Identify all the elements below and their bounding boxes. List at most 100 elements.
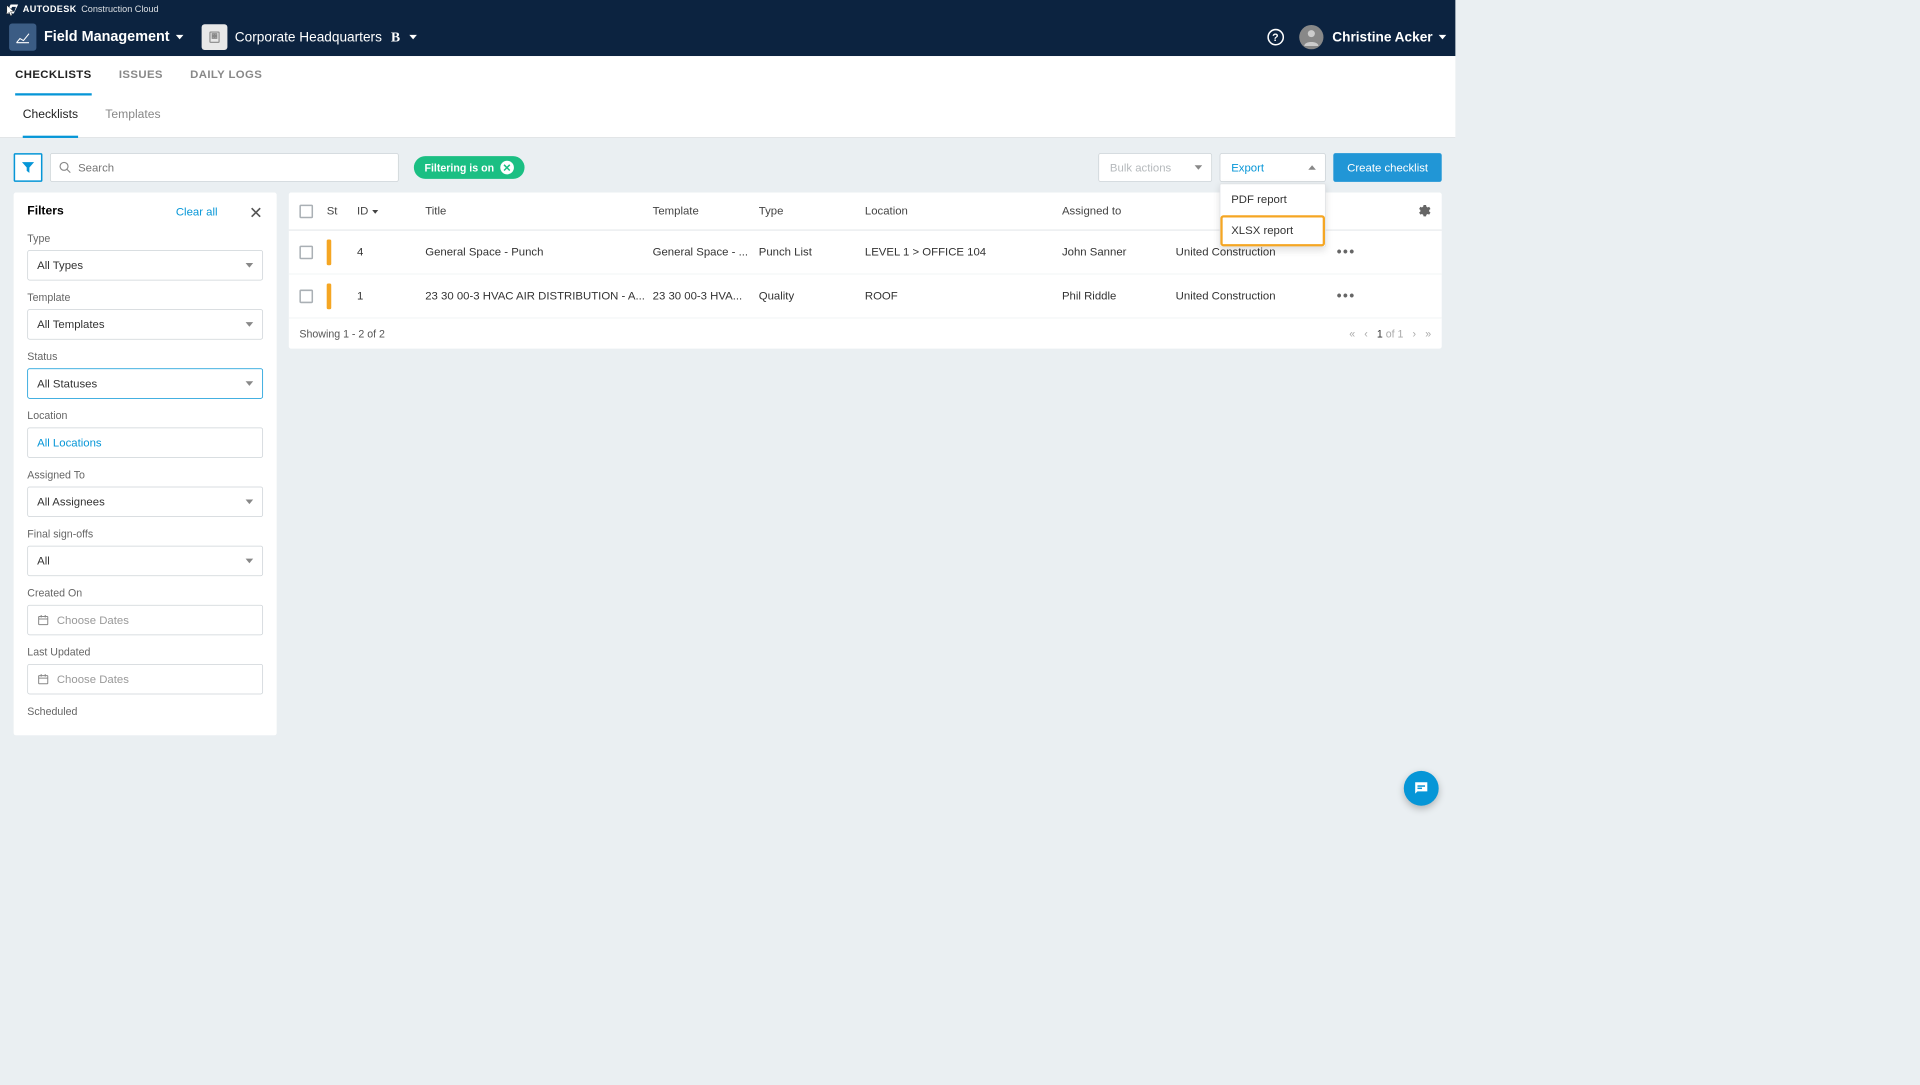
filter-type-select[interactable]: All Types xyxy=(27,250,263,280)
grid-settings-button[interactable] xyxy=(1416,203,1431,222)
filter-location-label: Location xyxy=(27,409,263,421)
row-actions-button[interactable]: ••• xyxy=(1337,288,1356,304)
help-icon[interactable]: ? xyxy=(1267,29,1284,46)
status-indicator xyxy=(327,239,332,265)
calendar-icon xyxy=(37,614,49,626)
toggle-filter-panel-button[interactable] xyxy=(14,153,43,182)
cell-title: 23 30 00-3 HVAC AIR DISTRIBUTION - A... xyxy=(425,290,652,303)
filtering-chip-label: Filtering is on xyxy=(424,161,494,173)
filter-final-signoffs-select[interactable]: All xyxy=(27,546,263,576)
cell-location: ROOF xyxy=(865,290,1062,303)
cell-id: 4 xyxy=(357,246,425,259)
pager-of: of xyxy=(1386,327,1395,339)
table-row[interactable]: 1 23 30 00-3 HVAC AIR DISTRIBUTION - A..… xyxy=(289,274,1442,318)
filter-last-updated-input[interactable]: Choose Dates xyxy=(27,664,263,694)
sub-tab-templates[interactable]: Templates xyxy=(105,95,160,137)
filter-location-value: All Locations xyxy=(37,436,101,449)
bulk-actions-label: Bulk actions xyxy=(1110,161,1171,174)
col-header-type[interactable]: Type xyxy=(759,205,865,218)
project-icon[interactable] xyxy=(201,24,227,50)
filter-created-on-input[interactable]: Choose Dates xyxy=(27,605,263,635)
col-header-id[interactable]: ID xyxy=(357,205,425,218)
avatar[interactable] xyxy=(1299,25,1323,49)
cell-id: 1 xyxy=(357,290,425,303)
main-tab-checklists[interactable]: CHECKLISTS xyxy=(15,56,91,95)
close-filters-button[interactable]: ✕ xyxy=(249,203,263,223)
export-label: Export xyxy=(1231,161,1264,174)
filter-template-label: Template xyxy=(27,291,263,303)
filters-title: Filters xyxy=(27,205,63,219)
clear-all-filters[interactable]: Clear all xyxy=(176,205,218,218)
cursor-icon xyxy=(6,5,17,17)
filter-last-updated-label: Last Updated xyxy=(27,646,263,658)
row-checkbox[interactable] xyxy=(299,245,313,259)
brand-bar: AUTODESK Construction Cloud xyxy=(0,0,1455,18)
brand-vendor: AUTODESK xyxy=(23,4,77,15)
col-header-template[interactable]: Template xyxy=(653,205,759,218)
row-actions-button[interactable]: ••• xyxy=(1337,244,1356,260)
filter-final-signoffs-label: Final sign-offs xyxy=(27,528,263,540)
cell-location: LEVEL 1 > OFFICE 104 xyxy=(865,246,1062,259)
status-indicator xyxy=(327,283,332,309)
filter-icon xyxy=(21,161,35,173)
filter-type-label: Type xyxy=(27,232,263,244)
sub-tab-checklists[interactable]: Checklists xyxy=(23,95,78,137)
filter-status-select[interactable]: All Statuses xyxy=(27,368,263,398)
filter-assigned-to-value: All Assignees xyxy=(37,495,105,508)
export-xlsx-option[interactable]: XLSX report xyxy=(1221,215,1326,246)
app-module-icon[interactable] xyxy=(9,23,36,50)
create-checklist-button[interactable]: Create checklist xyxy=(1334,153,1442,182)
main-tabs: CHECKLISTS ISSUES DAILY LOGS xyxy=(0,56,1455,95)
pager-last[interactable]: » xyxy=(1425,327,1431,339)
export-pdf-option[interactable]: PDF report xyxy=(1221,184,1326,215)
cell-type: Punch List xyxy=(759,246,865,259)
pager-next[interactable]: › xyxy=(1413,327,1417,339)
filter-final-signoffs-value: All xyxy=(37,554,50,567)
caret-down-icon xyxy=(176,35,184,40)
pager: « ‹ 1 of 1 › » xyxy=(1349,327,1431,339)
col-header-status[interactable]: St xyxy=(327,205,357,218)
user-menu[interactable]: Christine Acker xyxy=(1332,29,1446,45)
cell-template: General Space - ... xyxy=(653,246,759,259)
filter-status-label: Status xyxy=(27,350,263,362)
sort-down-icon xyxy=(371,207,379,215)
filter-created-on-label: Created On xyxy=(27,587,263,599)
pager-first[interactable]: « xyxy=(1349,327,1355,339)
col-header-title[interactable]: Title xyxy=(425,205,652,218)
filter-location-select[interactable]: All Locations xyxy=(27,428,263,458)
pager-total: 1 xyxy=(1398,327,1404,339)
filter-created-on-placeholder: Choose Dates xyxy=(57,614,129,627)
app-switcher[interactable]: Field Management xyxy=(44,29,183,46)
calendar-icon xyxy=(37,673,49,685)
cell-title: General Space - Punch xyxy=(425,246,652,259)
top-bar: AUTODESK Construction Cloud Field Manage… xyxy=(0,0,1455,56)
chat-fab[interactable] xyxy=(1404,771,1439,806)
filter-status-value: All Statuses xyxy=(37,377,97,390)
select-all-checkbox[interactable] xyxy=(299,204,313,218)
pager-prev[interactable]: ‹ xyxy=(1364,327,1368,339)
filtering-on-chip: Filtering is on ✕ xyxy=(414,156,525,179)
app-name-label: Field Management xyxy=(44,29,170,46)
search-box[interactable] xyxy=(50,153,399,182)
filter-type-value: All Types xyxy=(37,259,83,272)
main-tab-issues[interactable]: ISSUES xyxy=(119,56,163,95)
cell-company: United Construction xyxy=(1176,246,1305,259)
cell-assigned-to: John Sanner xyxy=(1062,246,1176,259)
caret-down-icon xyxy=(1439,35,1447,40)
col-header-location[interactable]: Location xyxy=(865,205,1062,218)
project-switcher[interactable]: Corporate Headquarters B xyxy=(235,29,417,45)
brand-product: Construction Cloud xyxy=(81,4,158,15)
col-header-assigned-to[interactable]: Assigned to xyxy=(1062,205,1176,218)
app-bar: Field Management Corporate Headquarters … xyxy=(0,18,1455,56)
project-badge: B xyxy=(391,29,400,45)
row-checkbox[interactable] xyxy=(299,289,313,303)
filter-assigned-to-select[interactable]: All Assignees xyxy=(27,487,263,517)
export-dropdown[interactable]: Export xyxy=(1220,153,1326,182)
filters-panel: Filters Clear all ✕ Type All Types Templ… xyxy=(14,193,277,736)
clear-filter-chip-button[interactable]: ✕ xyxy=(500,161,514,175)
main-tab-daily-logs[interactable]: DAILY LOGS xyxy=(190,56,262,95)
filter-template-select[interactable]: All Templates xyxy=(27,309,263,339)
cell-assigned-to: Phil Riddle xyxy=(1062,290,1176,303)
bulk-actions-dropdown[interactable]: Bulk actions xyxy=(1099,153,1213,182)
search-input[interactable] xyxy=(78,161,390,174)
